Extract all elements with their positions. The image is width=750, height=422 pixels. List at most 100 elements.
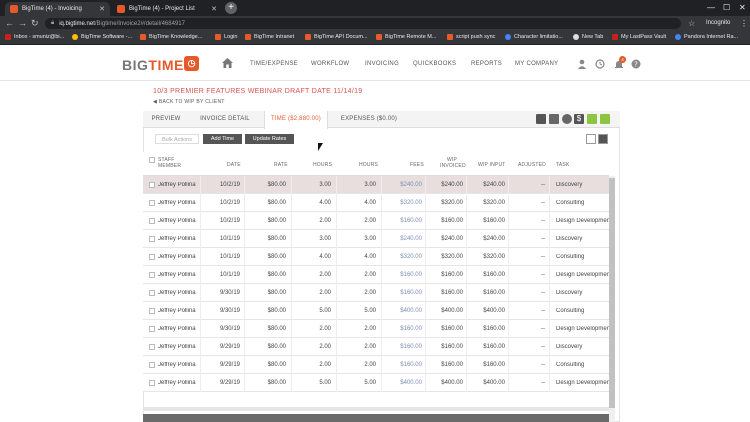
row-checkbox[interactable] xyxy=(149,272,155,278)
dollar-icon[interactable]: $ xyxy=(574,114,584,124)
nav-reports[interactable]: REPORTS xyxy=(471,61,502,67)
close-tab-icon[interactable]: ✕ xyxy=(211,5,217,13)
cell-fees[interactable]: $400.00 xyxy=(385,380,422,386)
bookmark-item[interactable]: Character limitatio... xyxy=(505,34,563,40)
row-checkbox[interactable] xyxy=(149,236,155,242)
cell-fees[interactable]: $320.00 xyxy=(385,254,422,260)
col-rate[interactable]: RATE xyxy=(274,162,288,168)
reload-icon[interactable]: ↻ xyxy=(31,18,39,29)
row-checkbox[interactable] xyxy=(149,308,155,314)
add-time-button[interactable]: Add Time xyxy=(203,134,242,144)
browser-menu-icon[interactable]: ⋮ xyxy=(740,19,748,28)
cell-fees[interactable]: $400.00 xyxy=(385,308,422,314)
nav-invoicing[interactable]: INVOICING xyxy=(365,61,399,67)
bookmark-item[interactable]: New Tab xyxy=(573,34,603,40)
bookmark-item[interactable]: BigTime API Docum... xyxy=(305,34,368,40)
maximize-icon[interactable]: ☐ xyxy=(723,3,730,12)
row-checkbox[interactable] xyxy=(149,290,155,296)
table-row[interactable]: Jeffrey Pollina 9/29/19 $80.00 5.00 5.00 $400… xyxy=(143,374,609,392)
bookmark-item[interactable]: My LastPass Vault xyxy=(612,34,666,40)
col-fees[interactable]: FEES xyxy=(410,162,424,168)
bookmark-item[interactable]: Inbox - smuniz@bi... xyxy=(5,34,64,40)
cell-fees[interactable]: $240.00 xyxy=(385,236,422,242)
cell-fees[interactable]: $160.00 xyxy=(385,290,422,296)
browser-tab-project-list[interactable]: BigTime (4) - Project List ✕ xyxy=(112,2,222,16)
table-row[interactable]: Jeffrey Pollina 9/29/19 $80.00 2.00 2.00 $160… xyxy=(143,356,609,374)
close-tab-icon[interactable]: ✕ xyxy=(99,5,105,13)
cell-fees[interactable]: $240.00 xyxy=(385,182,422,188)
table-row[interactable]: Jeffrey Pollina 9/30/19 $80.00 5.00 5.00 $400… xyxy=(143,302,609,320)
settings-gear-icon[interactable] xyxy=(598,134,608,144)
vertical-scrollbar-thumb[interactable] xyxy=(609,178,615,408)
col-date[interactable]: DATE xyxy=(227,162,241,168)
col-staff-member[interactable]: STAFF MEMBER xyxy=(158,157,188,169)
cell-fees[interactable]: $160.00 xyxy=(385,272,422,278)
row-checkbox[interactable] xyxy=(149,182,155,188)
minimize-icon[interactable]: — xyxy=(707,3,715,12)
table-row[interactable]: Jeffrey Pollina 10/2/19 $80.00 4.00 4.00 $320… xyxy=(143,194,609,212)
nav-time-expense[interactable]: TIME/EXPENSE xyxy=(250,61,298,67)
row-checkbox[interactable] xyxy=(149,326,155,332)
cell-fees[interactable]: $160.00 xyxy=(385,362,422,368)
bookmark-item[interactable]: BigTime Software -... xyxy=(72,34,132,40)
bookmark-item[interactable]: Pandora Internet Ra... xyxy=(675,34,738,40)
bookmark-item[interactable]: Login xyxy=(215,34,237,40)
document-icon[interactable] xyxy=(549,114,559,124)
tab-preview[interactable]: PREVIEW xyxy=(143,111,189,128)
bookmark-item[interactable]: script push sync xyxy=(447,34,495,40)
tab-time[interactable]: TIME ($2,880.00) xyxy=(264,111,328,129)
nav-quickbooks[interactable]: QUICKBOOKS xyxy=(413,61,456,67)
bookmark-item[interactable]: BigTime Knowledge... xyxy=(140,34,202,40)
tab-invoice-detail[interactable]: INVOICE DETAIL xyxy=(195,111,255,128)
expand-icon[interactable] xyxy=(600,114,610,124)
print-icon[interactable] xyxy=(536,114,546,124)
address-bar[interactable]: 🔒︎ iq.bigtime.net /Bigtime/Invoice2#/det… xyxy=(45,18,681,29)
nav-my-company[interactable]: MY COMPANY xyxy=(515,61,558,67)
row-checkbox[interactable] xyxy=(149,344,155,350)
new-tab-button[interactable]: + xyxy=(225,2,237,14)
incognito-label[interactable]: Incognito xyxy=(706,20,730,26)
row-checkbox[interactable] xyxy=(149,200,155,206)
home-icon[interactable] xyxy=(222,58,233,68)
col-adjusted[interactable]: ADJUSTED xyxy=(518,162,546,168)
cell-fees[interactable]: $320.00 xyxy=(385,200,422,206)
export-icon[interactable] xyxy=(587,114,597,124)
table-row[interactable]: Jeffrey Pollina 10/2/19 $80.00 3.00 3.00 $240… xyxy=(143,176,609,194)
bookmark-item[interactable]: BigTime Remote M... xyxy=(376,34,436,40)
row-checkbox[interactable] xyxy=(149,362,155,368)
cell-fees[interactable]: $160.00 xyxy=(385,326,422,332)
table-row[interactable]: Jeffrey Pollina 9/30/19 $80.00 2.00 2.00 $160… xyxy=(143,284,609,302)
bookmark-item[interactable]: BigTime Intranet xyxy=(245,34,294,40)
cell-fees[interactable]: $160.00 xyxy=(385,218,422,224)
table-row[interactable]: Jeffrey Pollina 10/1/19 $80.00 4.00 4.00 $320… xyxy=(143,248,609,266)
bookmark-star-icon[interactable]: ☆ xyxy=(688,19,695,28)
user-icon[interactable] xyxy=(577,59,587,69)
bulk-actions-button[interactable]: Bulk Actions xyxy=(155,134,199,144)
back-arrow-icon[interactable]: ← xyxy=(5,18,14,28)
table-row[interactable]: Jeffrey Pollina 10/2/19 $80.00 2.00 2.00 $160… xyxy=(143,212,609,230)
close-window-icon[interactable]: ✕ xyxy=(739,3,746,12)
bigtime-logo[interactable]: BIGTIME xyxy=(122,57,184,73)
row-checkbox[interactable] xyxy=(149,254,155,260)
tab-expenses[interactable]: EXPENSES ($0.00) xyxy=(338,111,400,128)
help-icon[interactable]: ? xyxy=(631,59,641,69)
row-checkbox[interactable] xyxy=(149,218,155,224)
table-row[interactable]: Jeffrey Pollina 9/30/19 $80.00 2.00 2.00 $160… xyxy=(143,320,609,338)
select-all-checkbox[interactable] xyxy=(149,157,155,163)
cloud-icon[interactable] xyxy=(562,114,572,124)
col-hours-billed[interactable]: HOURS xyxy=(359,162,378,168)
cell-fees[interactable]: $160.00 xyxy=(385,344,422,350)
table-row[interactable]: Jeffrey Pollina 10/1/19 $80.00 3.00 3.00 $240… xyxy=(143,230,609,248)
timer-icon[interactable] xyxy=(595,59,605,69)
table-row[interactable]: Jeffrey Pollina 9/29/19 $80.00 2.00 2.00 $160… xyxy=(143,338,609,356)
browser-tab-invoicing[interactable]: BigTime (4) - Invoicing ✕ xyxy=(5,2,110,16)
nav-workflow[interactable]: WORKFLOW xyxy=(311,61,349,67)
back-to-wip-link[interactable]: ◀ BACK TO WIP BY CLIENT xyxy=(153,99,225,105)
col-hours-input[interactable]: HOURS xyxy=(313,162,332,168)
col-wip-input[interactable]: WIP INPUT xyxy=(478,162,506,168)
forward-arrow-icon[interactable]: → xyxy=(18,18,27,28)
download-icon[interactable] xyxy=(586,134,596,144)
col-wip-invoiced[interactable]: WIP INVOICED xyxy=(440,157,466,169)
table-row[interactable]: Jeffrey Pollina 10/1/19 $80.00 2.00 2.00 $160… xyxy=(143,266,609,284)
col-task[interactable]: TASK xyxy=(556,162,570,168)
